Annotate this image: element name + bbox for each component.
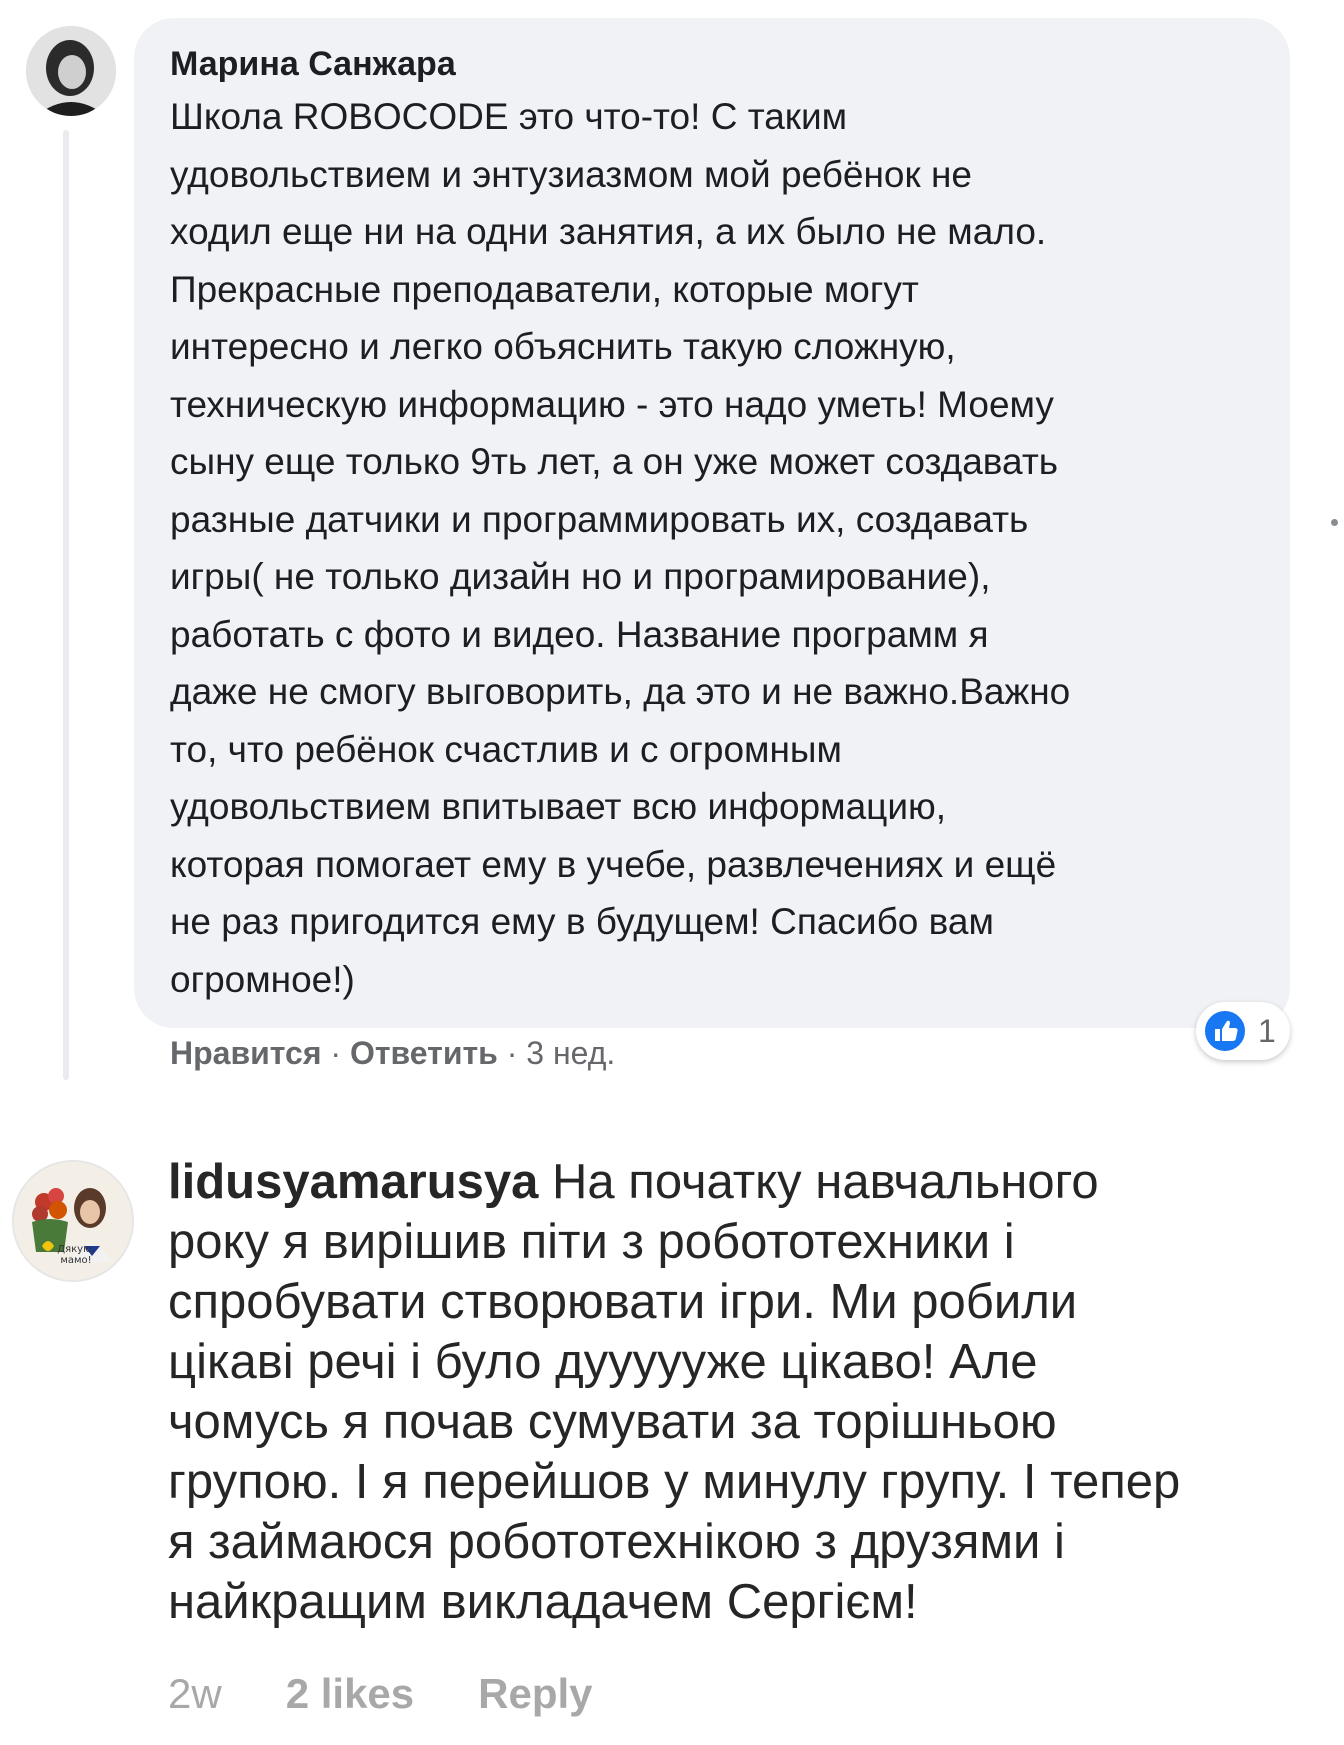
reply-link[interactable]: Ответить	[350, 1035, 498, 1071]
comment-timestamp[interactable]: 2w	[168, 1668, 222, 1720]
comment-text: На початку навчального року я вирішив пі…	[168, 1155, 1181, 1629]
comment-author[interactable]: Марина Санжара	[170, 42, 1254, 86]
reaction-badge[interactable]: 1	[1196, 1002, 1290, 1060]
comment-timestamp[interactable]: 3 нед.	[526, 1035, 615, 1071]
more-options-dot[interactable]	[1331, 519, 1338, 526]
comment-actions: Нравится · Ответить · 3 нед.	[170, 1033, 615, 1073]
comment-bubble: Марина Санжара Школа ROBOCODE это что-то…	[134, 18, 1290, 1028]
comment-username[interactable]: lidusyamarusya	[168, 1155, 538, 1209]
thread-line	[63, 130, 69, 1080]
reply-button[interactable]: Reply	[478, 1668, 592, 1720]
reaction-count: 1	[1258, 1012, 1276, 1049]
avatar-caption: Дякую, мамо!	[57, 1244, 95, 1266]
likes-count[interactable]: 2 likes	[286, 1668, 414, 1720]
separator: ·	[330, 1035, 342, 1071]
profile-photo-icon	[26, 26, 116, 116]
avatar[interactable]	[26, 26, 116, 116]
comment-meta: 2w 2 likes Reply	[168, 1668, 593, 1720]
comment-text: Школа ROBOCODE это что-то! С таким удово…	[170, 96, 1071, 1000]
like-icon	[1203, 1009, 1247, 1053]
like-link[interactable]: Нравится	[170, 1035, 322, 1071]
avatar[interactable]: Дякую, мамо!	[12, 1160, 134, 1282]
separator: ·	[506, 1035, 518, 1071]
comment-2: lidusyamarusya На початку навчального ро…	[168, 1152, 1338, 1632]
